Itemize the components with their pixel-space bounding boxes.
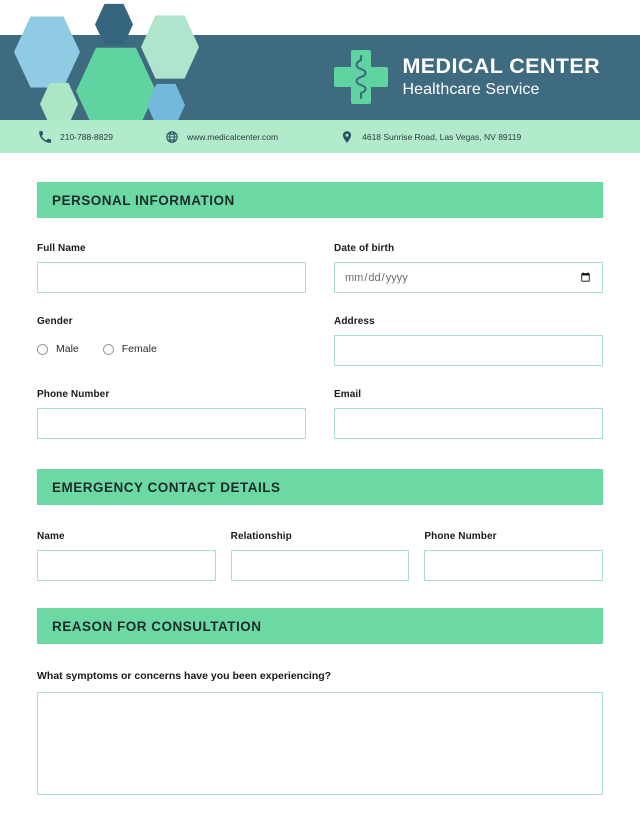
- contact-website[interactable]: www.medicalcenter.com: [165, 130, 278, 144]
- row-emergency-contact: Name Relationship Phone Number: [37, 531, 604, 581]
- field-emergency-relationship: Relationship: [230, 531, 410, 581]
- contact-address-text: 4618 Sunrise Road, Las Vegas, NV 89119: [362, 131, 522, 142]
- form-body: PERSONAL INFORMATION Full Name Date of b…: [0, 182, 640, 795]
- contact-phone-text: 210-788-8829: [60, 131, 113, 142]
- contact-phone[interactable]: 210-788-8829: [38, 130, 113, 144]
- symptoms-textarea[interactable]: [37, 692, 603, 795]
- label-full-name: Full Name: [37, 243, 86, 254]
- field-date-of-birth: Date of birth: [334, 243, 603, 293]
- label-symptoms-question: What symptoms or concerns have you been …: [37, 670, 332, 682]
- label-address: Address: [334, 316, 375, 327]
- brand-subtitle: Healthcare Service: [402, 81, 540, 99]
- medical-cross-caduceus-icon: [334, 50, 389, 104]
- field-address: Address: [334, 316, 603, 366]
- full-name-input[interactable]: [37, 262, 306, 293]
- gender-radio-group: Male Female: [37, 340, 306, 358]
- section-header-personal-information: PERSONAL INFORMATION: [37, 182, 603, 218]
- field-emergency-name: Name: [37, 531, 216, 581]
- emergency-relationship-input[interactable]: [230, 550, 410, 581]
- label-gender: Gender: [37, 316, 73, 327]
- field-emergency-phone-number: Phone Number: [424, 531, 604, 581]
- radio-circle-icon[interactable]: [102, 343, 114, 355]
- field-full-name: Full Name: [37, 243, 306, 293]
- label-emergency-relationship: Relationship: [230, 531, 292, 542]
- location-pin-icon: [343, 130, 352, 143]
- field-email: Email: [334, 389, 603, 439]
- label-email: Email: [334, 389, 362, 400]
- emergency-name-input[interactable]: [37, 550, 216, 581]
- row-phone-email: Phone Number Email: [37, 389, 603, 439]
- field-gender: Gender Male Female: [37, 316, 306, 366]
- brand-title: MEDICAL CENTER: [402, 53, 600, 78]
- page-header: MEDICAL CENTER Healthcare Service 210-78…: [0, 0, 640, 153]
- emergency-phone-number-input[interactable]: [424, 550, 604, 581]
- phone-icon: [39, 130, 52, 143]
- label-phone-number: Phone Number: [37, 389, 110, 400]
- address-input[interactable]: [334, 335, 603, 366]
- radio-circle-icon[interactable]: [37, 343, 48, 355]
- contact-address[interactable]: 4618 Sunrise Road, Las Vegas, NV 89119: [340, 130, 521, 144]
- row-gender-address: Gender Male Female Address: [37, 316, 603, 366]
- contact-website-text: www.medicalcenter.com: [186, 131, 279, 142]
- gender-option-female-label: Female: [121, 343, 157, 355]
- row-name-dob: Full Name Date of birth: [37, 243, 603, 293]
- phone-number-input[interactable]: [37, 408, 306, 439]
- field-phone-number: Phone Number: [37, 389, 306, 439]
- brand-logo: MEDICAL CENTER Healthcare Service: [334, 50, 600, 104]
- globe-icon: [166, 130, 178, 143]
- gender-option-male[interactable]: Male: [37, 343, 79, 355]
- gender-option-male-label: Male: [56, 343, 79, 355]
- label-date-of-birth: Date of birth: [334, 243, 395, 254]
- date-of-birth-input[interactable]: [334, 262, 603, 293]
- section-header-emergency-contact-details: EMERGENCY CONTACT DETAILS: [37, 469, 603, 505]
- label-emergency-name: Name: [37, 531, 65, 542]
- contact-bar: 210-788-8829 www.medicalcenter.com 4618 …: [0, 120, 640, 153]
- label-emergency-phone-number: Phone Number: [424, 531, 497, 542]
- section-header-reason-for-consultation: REASON FOR CONSULTATION: [37, 608, 603, 644]
- email-input[interactable]: [334, 408, 603, 439]
- gender-option-female[interactable]: Female: [102, 343, 157, 355]
